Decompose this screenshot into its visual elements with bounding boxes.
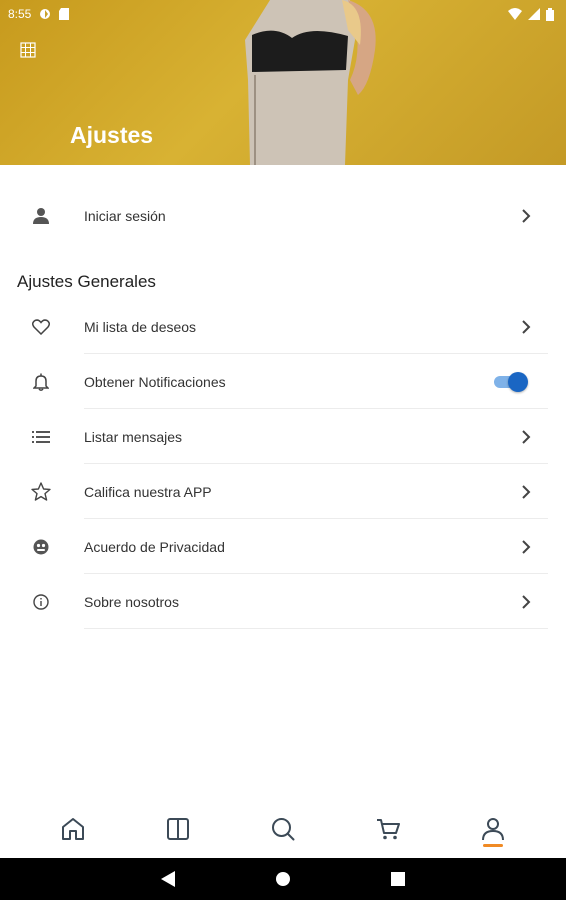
cart-icon — [377, 819, 401, 840]
page-title: Ajustes — [70, 122, 154, 148]
nav-account[interactable] — [473, 809, 513, 849]
active-tab-indicator — [483, 844, 504, 847]
settings-item-wishlist[interactable]: Mi lista de deseos — [0, 299, 566, 354]
settings-item-about[interactable]: Sobre nosotros — [0, 574, 566, 629]
star-icon — [30, 481, 52, 503]
back-icon[interactable] — [161, 871, 175, 887]
grid-menu-icon[interactable] — [20, 42, 36, 63]
settings-item-notifications: Obtener Notificaciones — [0, 354, 566, 409]
login-label: Iniciar sesión — [84, 207, 166, 224]
heart-icon — [30, 316, 52, 338]
signal-icon — [528, 8, 540, 20]
catalog-icon — [166, 818, 189, 840]
login-row[interactable]: Iniciar sesión — [0, 188, 566, 243]
system-nav-bar — [0, 858, 566, 900]
home-circle-icon[interactable] — [275, 871, 291, 887]
person-icon — [30, 205, 52, 227]
home-icon — [61, 818, 84, 840]
status-bar: 8:55 — [0, 0, 566, 28]
chevron-right-icon — [522, 594, 531, 609]
chevron-right-icon — [522, 539, 531, 554]
bell-icon — [30, 371, 52, 393]
settings-item-privacy[interactable]: Acuerdo de Privacidad — [0, 519, 566, 574]
divider — [84, 628, 548, 629]
settings-item-rate-app[interactable]: Califica nuestra APP — [0, 464, 566, 519]
sync-icon — [40, 9, 51, 19]
notifications-toggle[interactable] — [492, 371, 528, 392]
wifi-icon — [508, 8, 522, 20]
info-icon — [30, 591, 52, 613]
chevron-right-icon — [522, 429, 531, 444]
toggle-knob — [508, 371, 528, 392]
nav-home[interactable] — [53, 809, 93, 849]
chevron-right-icon — [522, 319, 531, 334]
bottom-nav — [0, 800, 566, 858]
chevron-right-icon — [522, 484, 531, 499]
settings-item-label: Califica nuestra APP — [84, 483, 212, 500]
search-icon — [271, 818, 295, 841]
status-time: 8:55 — [8, 7, 32, 21]
settings-item-label: Acuerdo de Privacidad — [84, 538, 225, 555]
settings-item-label: Mi lista de deseos — [84, 318, 197, 335]
privacy-icon — [30, 536, 52, 558]
settings-item-label: Listar mensajes — [84, 428, 183, 445]
section-title: Ajustes Generales — [17, 272, 156, 291]
recents-icon[interactable] — [391, 872, 405, 886]
sd-card-icon — [59, 8, 70, 20]
list-icon — [30, 426, 52, 448]
nav-catalog[interactable] — [158, 809, 198, 849]
settings-item-messages[interactable]: Listar mensajes — [0, 409, 566, 464]
settings-item-label: Sobre nosotros — [84, 593, 179, 610]
account-icon — [482, 818, 505, 841]
chevron-right-icon — [522, 208, 531, 223]
nav-search[interactable] — [263, 809, 303, 849]
nav-cart[interactable] — [368, 809, 408, 849]
settings-item-label: Obtener Notificaciones — [84, 373, 226, 390]
battery-icon — [546, 7, 554, 21]
